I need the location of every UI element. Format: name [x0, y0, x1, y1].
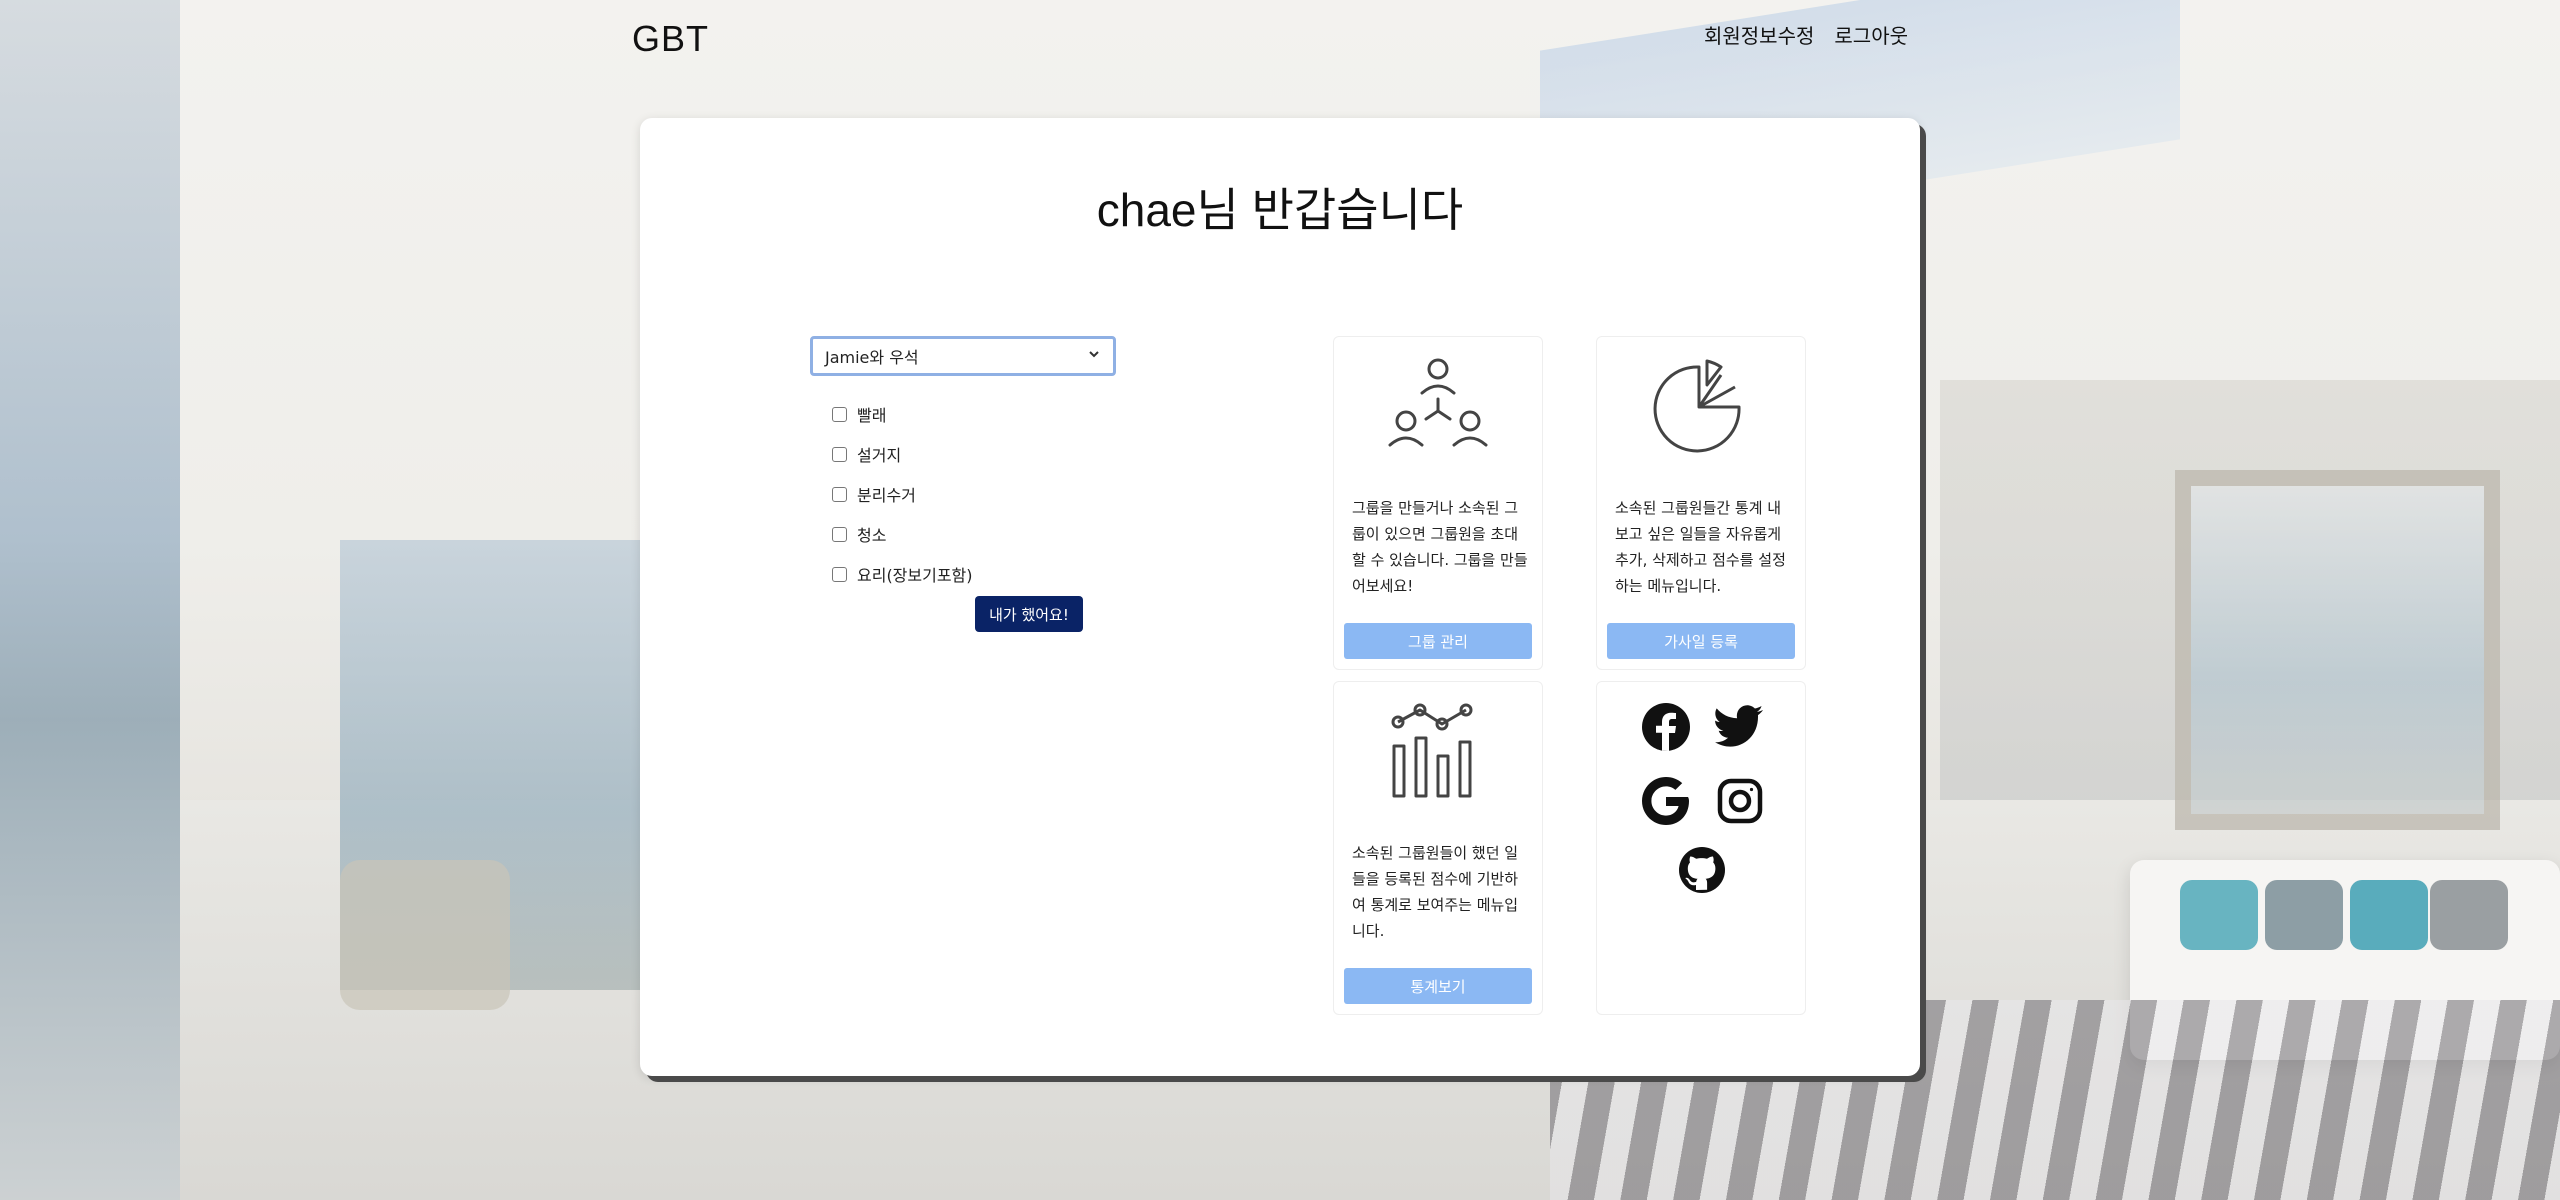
done-button[interactable]: 내가 했어요!: [975, 596, 1083, 632]
task-checkbox[interactable]: [832, 486, 847, 502]
group-select[interactable]: Jamie와 우석: [810, 336, 1116, 376]
task-list: 빨래 설거지 분리수거 청소 요리(장보기포함): [832, 394, 973, 594]
brand-logo[interactable]: GBT: [632, 18, 709, 60]
chevron-down-icon: [1087, 347, 1101, 365]
social-tile: [1596, 681, 1806, 1015]
chores-tile: 소속된 그룹원들간 통계 내보고 싶은 일들을 자유롭게 추가, 삭제하고 점수…: [1596, 336, 1806, 670]
task-label: 빨래: [857, 406, 887, 425]
logout-link[interactable]: 로그아웃: [1834, 20, 1908, 49]
task-checkbox[interactable]: [832, 406, 847, 422]
instagram-icon[interactable]: [1717, 778, 1763, 828]
task-label: 설거지: [857, 446, 902, 465]
task-item[interactable]: 분리수거: [832, 474, 973, 514]
bar-line-chart-icon: [1388, 700, 1488, 804]
tile-description: 소속된 그룹원들이 했던 일들을 등록된 점수에 기반하여 통계로 보여주는 메…: [1352, 844, 1519, 940]
top-nav: 회원정보수정 로그아웃: [1704, 20, 1908, 49]
twitter-icon[interactable]: [1715, 704, 1765, 754]
stats-view-button[interactable]: 통계보기: [1344, 968, 1532, 1004]
task-item[interactable]: 빨래: [832, 394, 973, 434]
task-item[interactable]: 요리(장보기포함): [832, 554, 973, 594]
github-icon[interactable]: [1678, 846, 1726, 898]
main-card: chae님 반갑습니다 Jamie와 우석 빨래 설거지 분리수거 청소 요리(…: [640, 118, 1920, 1076]
group-management-tile: 그룹을 만들거나 소속된 그룹이 있으면 그룹원을 초대할 수 있습니다. 그룹…: [1333, 336, 1543, 670]
chores-register-button[interactable]: 가사일 등록: [1607, 623, 1795, 659]
team-icon: [1388, 353, 1488, 453]
task-label: 청소: [857, 526, 887, 545]
tile-description: 소속된 그룹원들간 통계 내보고 싶은 일들을 자유롭게 추가, 삭제하고 점수…: [1615, 499, 1786, 595]
task-label: 분리수거: [857, 486, 916, 505]
task-checkbox[interactable]: [832, 526, 847, 542]
tile-description: 그룹을 만들거나 소속된 그룹이 있으면 그룹원을 초대할 수 있습니다. 그룹…: [1352, 499, 1528, 595]
task-item[interactable]: 설거지: [832, 434, 973, 474]
group-select-value: Jamie와 우석: [825, 348, 919, 367]
google-icon[interactable]: [1641, 776, 1691, 830]
facebook-icon[interactable]: [1641, 702, 1691, 756]
task-item[interactable]: 청소: [832, 514, 973, 554]
group-management-button[interactable]: 그룹 관리: [1344, 623, 1532, 659]
page-title: chae님 반갑습니다: [1096, 184, 1464, 236]
task-checkbox[interactable]: [832, 446, 847, 462]
task-checkbox[interactable]: [832, 566, 847, 582]
pie-chart-icon: [1651, 355, 1751, 459]
edit-profile-link[interactable]: 회원정보수정: [1704, 20, 1814, 49]
task-label: 요리(장보기포함): [857, 566, 973, 585]
stats-tile: 소속된 그룹원들이 했던 일들을 등록된 점수에 기반하여 통계로 보여주는 메…: [1333, 681, 1543, 1015]
